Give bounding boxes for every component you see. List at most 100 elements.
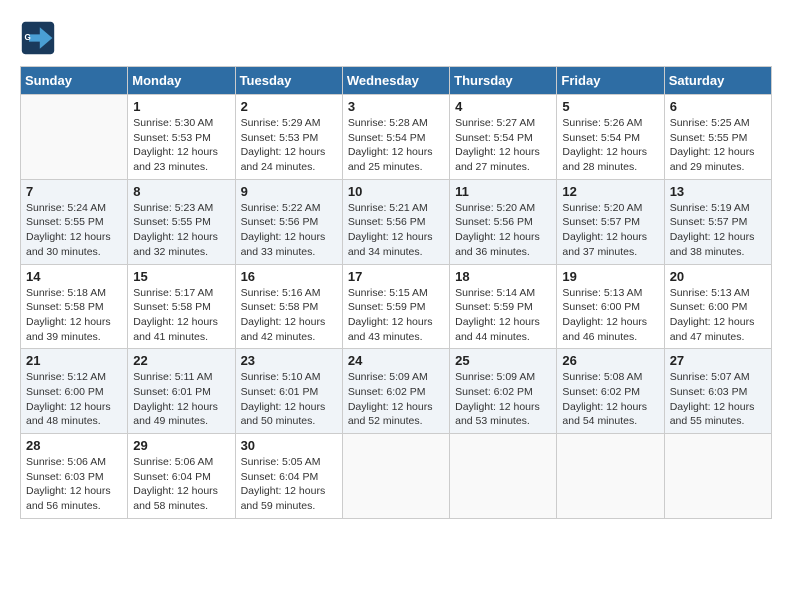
- day-number: 12: [562, 184, 658, 199]
- day-number: 5: [562, 99, 658, 114]
- day-number: 27: [670, 353, 766, 368]
- calendar-week-row: 14Sunrise: 5:18 AM Sunset: 5:58 PM Dayli…: [21, 264, 772, 349]
- calendar-cell: 19Sunrise: 5:13 AM Sunset: 6:00 PM Dayli…: [557, 264, 664, 349]
- day-number: 4: [455, 99, 551, 114]
- day-info: Sunrise: 5:06 AM Sunset: 6:03 PM Dayligh…: [26, 455, 122, 514]
- day-info: Sunrise: 5:21 AM Sunset: 5:56 PM Dayligh…: [348, 201, 444, 260]
- calendar-cell: 18 Sunrise: 5:14 AM Sunset: 5:59 PM Dayli…: [450, 264, 557, 349]
- day-number: 2: [241, 99, 337, 114]
- day-info: Sunrise: 5:08 AM Sunset: 6:02 PM Dayligh…: [562, 370, 658, 429]
- day-number: 17: [348, 269, 444, 284]
- day-info: Sunrise: 5:14 AM Sunset: 5:59 PM Dayligh…: [455, 286, 551, 345]
- calendar-cell: 26Sunrise: 5:08 AM Sunset: 6:02 PM Dayli…: [557, 349, 664, 434]
- weekday-header: Thursday: [450, 67, 557, 95]
- calendar-cell: 23 Sunrise: 5:10 AM Sunset: 6:01 PM Dayli…: [235, 349, 342, 434]
- day-info: Sunrise: 5:12 AM Sunset: 6:00 PM Dayligh…: [26, 370, 122, 429]
- calendar-cell: 10 Sunrise: 5:21 AM Sunset: 5:56 PM Dayli…: [342, 179, 449, 264]
- day-number: 7: [26, 184, 122, 199]
- calendar-week-row: 1 Sunrise: 5:30 AM Sunset: 5:53 PM Daylig…: [21, 95, 772, 180]
- day-number: 20: [670, 269, 766, 284]
- calendar-cell: 28 Sunrise: 5:06 AM Sunset: 6:03 PM Dayli…: [21, 434, 128, 519]
- day-info: Sunrise: 5:23 AM Sunset: 5:55 PM Dayligh…: [133, 201, 229, 260]
- day-info: Sunrise: 5:24 AM Sunset: 5:55 PM Dayligh…: [26, 201, 122, 260]
- calendar-cell: 5 Sunrise: 5:26 AM Sunset: 5:54 PM Daylig…: [557, 95, 664, 180]
- day-number: 16: [241, 269, 337, 284]
- calendar-cell: 25Sunrise: 5:09 AM Sunset: 6:02 PM Dayli…: [450, 349, 557, 434]
- day-number: 6: [670, 99, 766, 114]
- day-number: 1: [133, 99, 229, 114]
- page-header: G: [20, 20, 772, 56]
- day-info: Sunrise: 5:25 AM Sunset: 5:55 PM Dayligh…: [670, 116, 766, 175]
- day-number: 29: [133, 438, 229, 453]
- svg-text:G: G: [25, 33, 31, 42]
- day-info: Sunrise: 5:09 AM Sunset: 6:02 PM Dayligh…: [348, 370, 444, 429]
- calendar-cell: 11 Sunrise: 5:20 AM Sunset: 5:56 PM Dayli…: [450, 179, 557, 264]
- day-info: Sunrise: 5:10 AM Sunset: 6:01 PM Dayligh…: [241, 370, 337, 429]
- day-number: 24: [348, 353, 444, 368]
- calendar-cell: 24 Sunrise: 5:09 AM Sunset: 6:02 PM Dayli…: [342, 349, 449, 434]
- day-number: 9: [241, 184, 337, 199]
- calendar-week-row: 21 Sunrise: 5:12 AM Sunset: 6:00 PM Dayli…: [21, 349, 772, 434]
- weekday-header: Sunday: [21, 67, 128, 95]
- logo-icon: G: [20, 20, 56, 56]
- day-info: Sunrise: 5:29 AM Sunset: 5:53 PM Dayligh…: [241, 116, 337, 175]
- day-number: 13: [670, 184, 766, 199]
- calendar-cell: 7 Sunrise: 5:24 AM Sunset: 5:55 PM Daylig…: [21, 179, 128, 264]
- calendar-cell: 16Sunrise: 5:16 AM Sunset: 5:58 PM Dayli…: [235, 264, 342, 349]
- logo: G: [20, 20, 60, 56]
- calendar-cell: 4 Sunrise: 5:27 AM Sunset: 5:54 PM Daylig…: [450, 95, 557, 180]
- day-info: Sunrise: 5:17 AM Sunset: 5:58 PM Dayligh…: [133, 286, 229, 345]
- day-number: 23: [241, 353, 337, 368]
- day-number: 10: [348, 184, 444, 199]
- day-info: Sunrise: 5:20 AM Sunset: 5:56 PM Dayligh…: [455, 201, 551, 260]
- day-info: Sunrise: 5:11 AM Sunset: 6:01 PM Dayligh…: [133, 370, 229, 429]
- calendar-cell: [21, 95, 128, 180]
- calendar-cell: 2 Sunrise: 5:29 AM Sunset: 5:53 PM Daylig…: [235, 95, 342, 180]
- day-info: Sunrise: 5:13 AM Sunset: 6:00 PM Dayligh…: [670, 286, 766, 345]
- day-info: Sunrise: 5:18 AM Sunset: 5:58 PM Dayligh…: [26, 286, 122, 345]
- day-info: Sunrise: 5:15 AM Sunset: 5:59 PM Dayligh…: [348, 286, 444, 345]
- calendar-cell: 21 Sunrise: 5:12 AM Sunset: 6:00 PM Dayli…: [21, 349, 128, 434]
- calendar-cell: 29 Sunrise: 5:06 AM Sunset: 6:04 PM Dayli…: [128, 434, 235, 519]
- calendar-week-row: 7 Sunrise: 5:24 AM Sunset: 5:55 PM Daylig…: [21, 179, 772, 264]
- day-number: 28: [26, 438, 122, 453]
- calendar-cell: 15 Sunrise: 5:17 AM Sunset: 5:58 PM Dayli…: [128, 264, 235, 349]
- day-number: 30: [241, 438, 337, 453]
- calendar-cell: [342, 434, 449, 519]
- day-number: 11: [455, 184, 551, 199]
- calendar-cell: 9 Sunrise: 5:22 AM Sunset: 5:56 PM Daylig…: [235, 179, 342, 264]
- weekday-header: Saturday: [664, 67, 771, 95]
- calendar-cell: 13 Sunrise: 5:19 AM Sunset: 5:57 PM Dayli…: [664, 179, 771, 264]
- day-info: Sunrise: 5:22 AM Sunset: 5:56 PM Dayligh…: [241, 201, 337, 260]
- day-info: Sunrise: 5:26 AM Sunset: 5:54 PM Dayligh…: [562, 116, 658, 175]
- weekday-header: Tuesday: [235, 67, 342, 95]
- calendar-table: SundayMondayTuesdayWednesdayThursdayFrid…: [20, 66, 772, 519]
- day-info: Sunrise: 5:13 AM Sunset: 6:00 PM Dayligh…: [562, 286, 658, 345]
- day-number: 8: [133, 184, 229, 199]
- day-info: Sunrise: 5:06 AM Sunset: 6:04 PM Dayligh…: [133, 455, 229, 514]
- calendar-cell: [450, 434, 557, 519]
- weekday-header: Wednesday: [342, 67, 449, 95]
- day-number: 18: [455, 269, 551, 284]
- calendar-cell: 22 Sunrise: 5:11 AM Sunset: 6:01 PM Dayli…: [128, 349, 235, 434]
- weekday-header: Monday: [128, 67, 235, 95]
- calendar-cell: 12Sunrise: 5:20 AM Sunset: 5:57 PM Dayli…: [557, 179, 664, 264]
- day-number: 22: [133, 353, 229, 368]
- calendar-cell: 6 Sunrise: 5:25 AM Sunset: 5:55 PM Daylig…: [664, 95, 771, 180]
- day-info: Sunrise: 5:28 AM Sunset: 5:54 PM Dayligh…: [348, 116, 444, 175]
- calendar-cell: 20 Sunrise: 5:13 AM Sunset: 6:00 PM Dayli…: [664, 264, 771, 349]
- day-info: Sunrise: 5:27 AM Sunset: 5:54 PM Dayligh…: [455, 116, 551, 175]
- day-info: Sunrise: 5:19 AM Sunset: 5:57 PM Dayligh…: [670, 201, 766, 260]
- calendar-header-row: SundayMondayTuesdayWednesdayThursdayFrid…: [21, 67, 772, 95]
- day-number: 3: [348, 99, 444, 114]
- calendar-cell: [664, 434, 771, 519]
- day-info: Sunrise: 5:30 AM Sunset: 5:53 PM Dayligh…: [133, 116, 229, 175]
- day-number: 21: [26, 353, 122, 368]
- day-info: Sunrise: 5:05 AM Sunset: 6:04 PM Dayligh…: [241, 455, 337, 514]
- calendar-cell: 14Sunrise: 5:18 AM Sunset: 5:58 PM Dayli…: [21, 264, 128, 349]
- calendar-cell: 3 Sunrise: 5:28 AM Sunset: 5:54 PM Daylig…: [342, 95, 449, 180]
- calendar-cell: 27Sunrise: 5:07 AM Sunset: 6:03 PM Dayli…: [664, 349, 771, 434]
- calendar-cell: 30 Sunrise: 5:05 AM Sunset: 6:04 PM Dayli…: [235, 434, 342, 519]
- calendar-cell: [557, 434, 664, 519]
- day-number: 15: [133, 269, 229, 284]
